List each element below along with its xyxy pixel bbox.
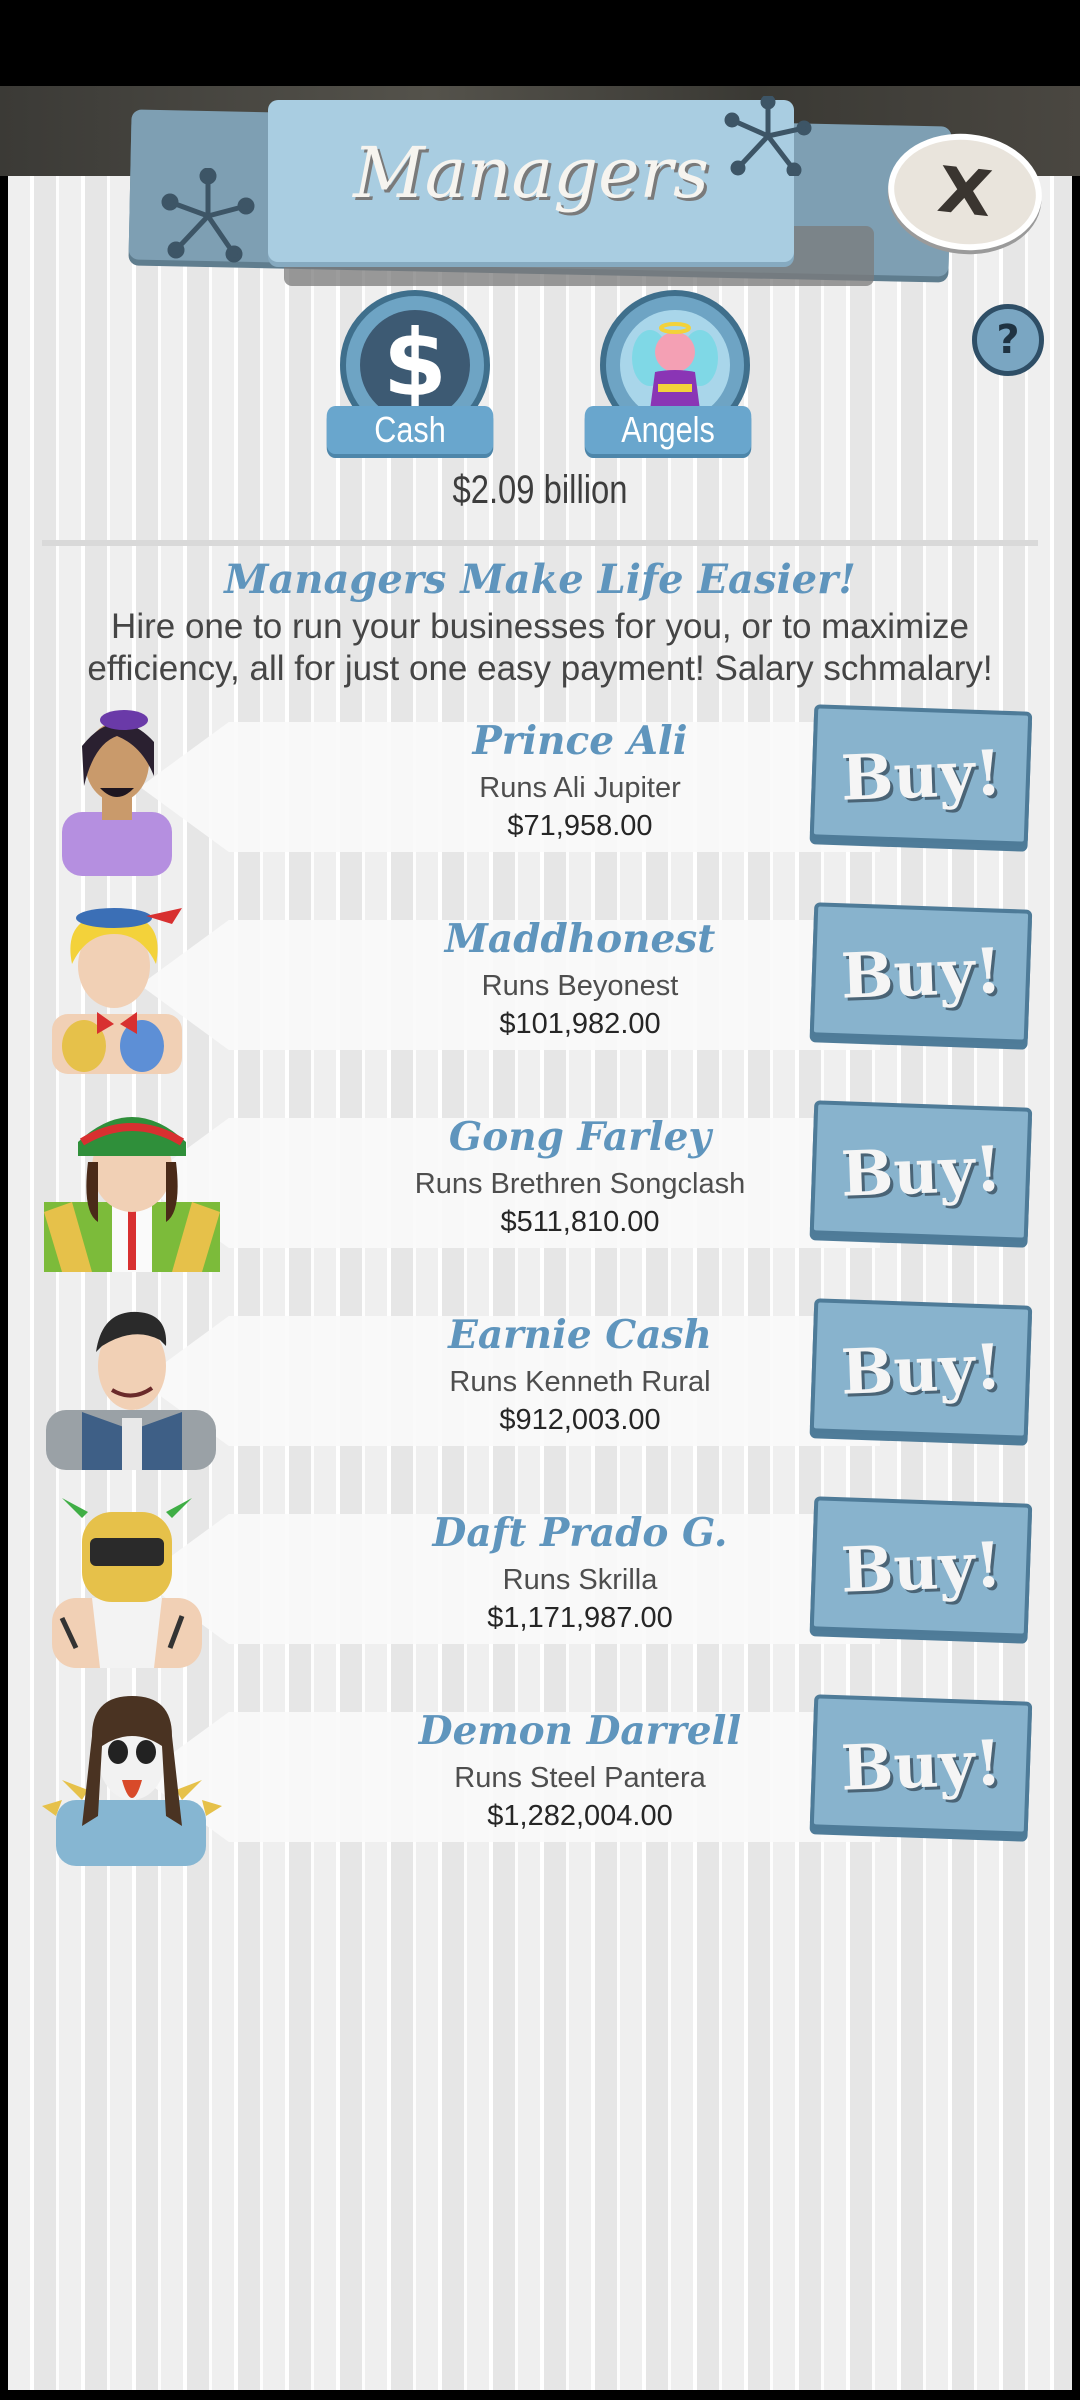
cash-tab[interactable]: Cash <box>326 406 494 454</box>
buy-button[interactable]: Buy! <box>809 902 1033 1044</box>
cash-balance: $2.09 billion <box>452 468 628 512</box>
angels-tab[interactable]: Angels <box>584 406 752 454</box>
divider <box>42 540 1038 546</box>
buy-button[interactable]: Buy! <box>809 1496 1033 1638</box>
manager-row: Demon Darrell Runs Steel Pantera $1,282,… <box>40 1694 1040 1866</box>
question-icon: ? <box>996 317 1020 363</box>
buy-button[interactable]: Buy! <box>809 704 1033 846</box>
dollar-icon: $ <box>382 310 447 417</box>
manager-portrait-daft-prado <box>52 1498 202 1668</box>
help-button[interactable]: ? <box>972 304 1044 376</box>
manager-row: Earnie Cash Runs Kenneth Rural $912,003.… <box>40 1298 1040 1470</box>
atomic-star-icon <box>724 96 812 176</box>
intro-description: Hire one to run your businesses for you,… <box>87 607 993 688</box>
manager-row: Gong Farley Runs Brethren Songclash $511… <box>40 1100 1040 1272</box>
manager-row: Prince Ali Runs Ali Jupiter $71,958.00 B… <box>40 704 1040 876</box>
buy-button[interactable]: Buy! <box>809 1694 1033 1836</box>
manager-row: Maddhonest Runs Beyonest $101,982.00 Buy… <box>40 902 1040 1074</box>
manager-portrait-demon-darrell <box>42 1696 222 1866</box>
status-bar <box>0 0 1080 86</box>
buy-button[interactable]: Buy! <box>809 1298 1033 1440</box>
manager-portrait-prince-ali <box>62 710 172 876</box>
buy-button[interactable]: Buy! <box>809 1100 1033 1242</box>
page-title: Managers <box>353 132 709 214</box>
manager-portrait-gong-farley <box>44 1117 220 1272</box>
angel-icon <box>632 322 718 410</box>
manager-portrait-earnie-cash <box>46 1311 216 1470</box>
manager-row: Daft Prado G. Runs Skrilla $1,171,987.00… <box>40 1496 1040 1668</box>
close-icon: X <box>934 152 996 232</box>
manager-portrait-maddhonest <box>52 908 182 1074</box>
intro-tagline: Managers Make Life Easier! <box>224 556 856 603</box>
atomic-star-icon <box>161 168 255 263</box>
